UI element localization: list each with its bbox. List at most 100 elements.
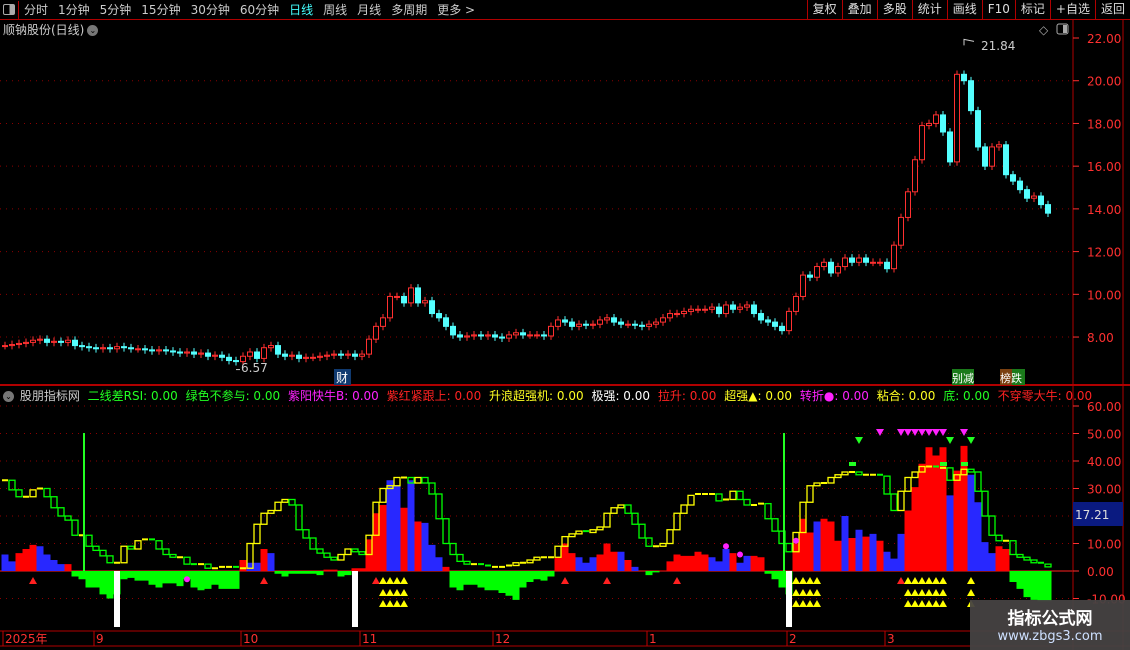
line-dash — [212, 567, 218, 570]
candle-down — [44, 338, 50, 343]
histogram-bar — [673, 554, 681, 571]
line-dash — [198, 563, 204, 566]
line-box — [813, 482, 821, 487]
candle-down — [1017, 180, 1023, 191]
candle-up — [37, 338, 43, 341]
magenta-down-triangle-icon — [932, 429, 940, 436]
yellow-up-triangle-icon — [813, 589, 821, 596]
histogram-bar — [855, 529, 863, 571]
ranking-tag[interactable]: 榜跌 — [1000, 371, 1022, 385]
candle-up — [786, 310, 792, 332]
line-box — [155, 540, 163, 550]
candle-down — [282, 353, 288, 357]
histogram-bar — [995, 546, 1003, 571]
candle-down — [758, 313, 764, 321]
yellow-up-triangle-icon — [792, 600, 800, 607]
candle-down — [86, 346, 92, 349]
candle-down — [940, 114, 946, 133]
line-box — [435, 493, 443, 520]
line-box — [50, 496, 58, 509]
candle-down — [93, 347, 99, 350]
line-dash — [548, 556, 554, 559]
histogram-bar — [848, 538, 856, 571]
line-box — [393, 476, 401, 487]
line-box — [631, 512, 639, 525]
histogram-bar — [477, 571, 485, 588]
finance-tag[interactable]: 财 — [336, 371, 348, 385]
green-down-triangle-icon — [967, 437, 975, 444]
histogram-bar — [603, 543, 611, 571]
candle-up — [723, 304, 729, 315]
candle-up — [555, 319, 561, 327]
line-box — [43, 487, 51, 498]
candle-down — [1003, 144, 1009, 176]
histogram-bar — [36, 546, 44, 571]
candle-up — [100, 347, 106, 350]
line-box — [1009, 540, 1017, 556]
line-box — [295, 504, 303, 531]
diamond-icon[interactable]: ◇ — [1039, 23, 1049, 37]
reduce-tag[interactable]: 别减 — [952, 372, 974, 385]
candle-down — [226, 356, 232, 362]
candle-up — [373, 325, 379, 340]
line-dash — [149, 538, 155, 541]
histogram-bar — [484, 571, 492, 591]
line-dash — [2, 479, 8, 482]
yellow-up-triangle-icon — [813, 600, 821, 607]
yellow-up-triangle-icon — [393, 600, 401, 607]
histogram-bar — [687, 555, 695, 571]
candle-up — [380, 317, 386, 327]
histogram-bar — [813, 521, 821, 571]
yellow-up-triangle-icon — [379, 577, 387, 584]
candle-up — [303, 356, 309, 359]
histogram-bar — [540, 571, 548, 581]
magenta-down-triangle-icon — [925, 429, 933, 436]
yellow-up-triangle-icon — [911, 600, 919, 607]
line-box — [589, 529, 597, 534]
magenta-dot — [184, 576, 190, 583]
line-box — [827, 476, 835, 484]
line-dash — [723, 498, 729, 501]
red-up-triangle-icon — [372, 577, 380, 584]
histogram-bar — [295, 571, 303, 574]
candle-down — [1038, 195, 1044, 206]
line-dash — [226, 565, 232, 568]
high-pointer — [963, 38, 975, 46]
candle-down — [149, 349, 155, 352]
histogram-bar — [883, 551, 891, 571]
line-box — [183, 556, 191, 565]
candle-down — [429, 300, 435, 315]
histogram-bar — [505, 571, 513, 596]
histogram-bar — [218, 571, 226, 589]
histogram-bar — [393, 485, 401, 571]
histogram-bar — [169, 571, 177, 584]
histogram-bar — [414, 521, 422, 571]
histogram-bar — [190, 571, 198, 588]
candle-down — [254, 351, 260, 359]
histogram-bar — [491, 571, 499, 591]
line-box — [855, 471, 863, 476]
line-box — [743, 498, 751, 506]
histogram-bar — [1, 554, 9, 571]
histogram-bar — [1030, 571, 1038, 600]
histogram-bar — [1044, 571, 1052, 602]
time-axis-label: 3 — [887, 632, 895, 646]
line-box — [785, 542, 793, 553]
candle-down — [1024, 189, 1030, 199]
candle-up — [709, 306, 715, 310]
histogram-bar — [701, 554, 709, 571]
line-dash — [709, 493, 715, 495]
line-box — [337, 553, 345, 561]
line-box — [127, 545, 135, 550]
candle-down — [58, 340, 64, 343]
chart-canvas[interactable]: 22.0020.0018.0016.0014.0012.0010.008.006… — [0, 0, 1130, 650]
candle-down — [520, 332, 526, 336]
histogram-bar — [253, 562, 261, 571]
histogram-bar — [456, 571, 464, 591]
line-box — [456, 553, 464, 563]
histogram-bar — [449, 571, 457, 588]
candle-down — [499, 336, 505, 339]
line-dash — [695, 493, 701, 495]
line-box — [575, 530, 583, 535]
candle-up — [954, 73, 960, 163]
